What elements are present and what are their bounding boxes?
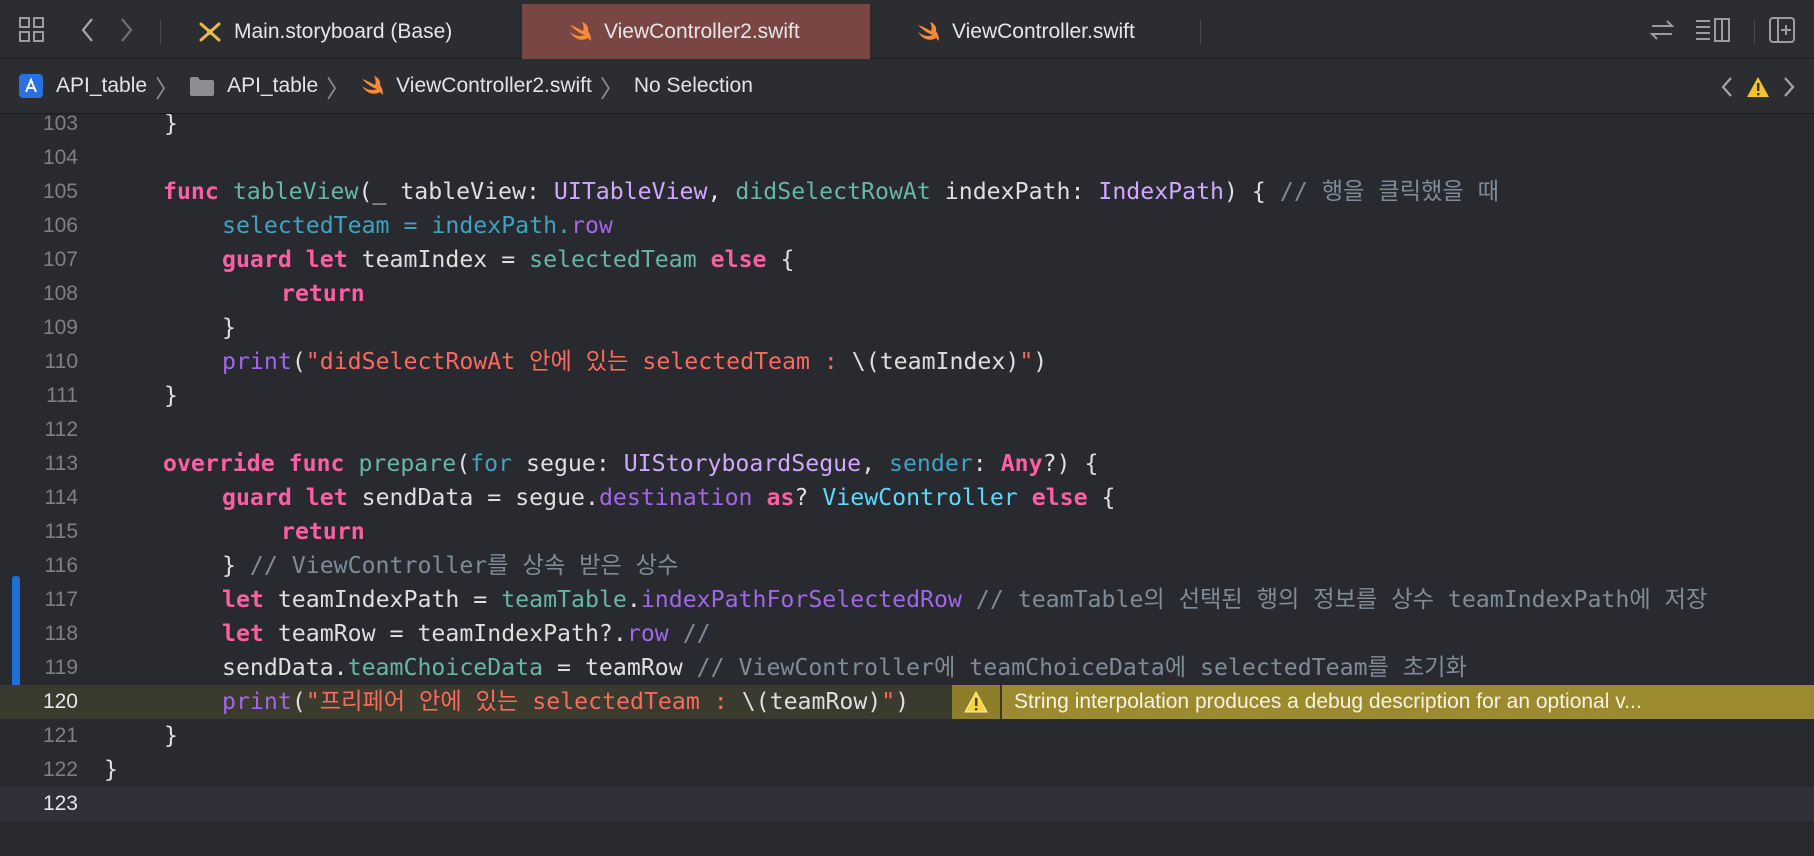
warning-icon[interactable] bbox=[1746, 76, 1770, 98]
source-editor[interactable]: 103 } 104 105 func tableView(_ tableView… bbox=[0, 114, 1814, 856]
swift-file-icon bbox=[916, 21, 940, 43]
breadcrumb-project[interactable]: API_table bbox=[18, 73, 147, 99]
forward-chevron-icon[interactable] bbox=[118, 16, 134, 48]
editor-options-icon[interactable] bbox=[1694, 16, 1732, 48]
breadcrumb-folder[interactable]: API_table bbox=[189, 74, 318, 98]
folder-icon bbox=[189, 75, 215, 97]
tab-bar: Main.storyboard (Base) ViewController2.s… bbox=[0, 0, 1814, 59]
swift-file-icon bbox=[568, 21, 592, 43]
code-line: 112 bbox=[44, 418, 78, 441]
code-line: 109 } bbox=[42, 314, 236, 341]
code-line: 118 let teamRow = teamIndexPath?.row // bbox=[44, 620, 711, 647]
code-line: 115 return bbox=[44, 518, 365, 545]
warning-icon[interactable] bbox=[952, 685, 1002, 719]
code-line: 106 selectedTeam = indexPath.row bbox=[42, 212, 613, 239]
code-line: 121 } bbox=[42, 722, 178, 749]
tab-label: ViewController.swift bbox=[952, 19, 1135, 43]
breadcrumb-selection[interactable]: No Selection bbox=[634, 74, 753, 98]
code-line: 111 } bbox=[46, 382, 178, 409]
breadcrumb-chevron-icon: 〉 bbox=[155, 75, 180, 103]
warning-message: String interpolation produces a debug de… bbox=[1014, 690, 1642, 713]
code-line: 119 sendData.teamChoiceData = teamRow //… bbox=[44, 654, 1467, 681]
breadcrumb-chevron-icon: 〉 bbox=[326, 75, 351, 103]
previous-issue-chevron-icon[interactable] bbox=[1720, 74, 1734, 100]
swap-arrows-icon[interactable] bbox=[1648, 16, 1676, 48]
tab-separator bbox=[1200, 20, 1201, 44]
breadcrumb-chevron-icon: 〉 bbox=[599, 75, 624, 103]
tab-viewcontroller[interactable]: ViewController.swift bbox=[870, 4, 1200, 59]
tab-separator bbox=[160, 20, 161, 44]
related-items-icon[interactable] bbox=[18, 16, 46, 48]
storyboard-icon bbox=[198, 20, 222, 44]
code-line: 114 guard let sendData = segue.destinati… bbox=[44, 484, 1116, 511]
breadcrumb-file[interactable]: ViewController2.swift bbox=[360, 74, 592, 98]
add-editor-icon[interactable] bbox=[1768, 16, 1796, 48]
tab-viewcontroller2[interactable]: ViewController2.swift bbox=[522, 4, 870, 59]
tab-separator bbox=[1754, 20, 1755, 44]
issue-navigator bbox=[1720, 59, 1814, 114]
code-line: 116 } // ViewController를 상속 받은 상수 bbox=[44, 552, 679, 579]
tab-label: Main.storyboard (Base) bbox=[234, 19, 453, 43]
code-line: 108 return bbox=[42, 280, 365, 307]
tab-label: ViewController2.swift bbox=[604, 19, 800, 43]
code-line: 110 print("didSelectRowAt 안에 있는 selected… bbox=[44, 348, 1048, 375]
jump-bar: API_table 〉 API_table 〉 ViewController2.… bbox=[0, 59, 1814, 114]
xcode-project-icon bbox=[18, 73, 44, 99]
next-issue-chevron-icon[interactable] bbox=[1782, 74, 1796, 100]
code-line: 103 } bbox=[42, 114, 178, 137]
code-line-current: 123 bbox=[0, 787, 1814, 821]
code-line-warning: 120 print("프리페어 안에 있는 selectedTeam : \(t… bbox=[0, 685, 1814, 719]
code-line: 122 } bbox=[42, 756, 118, 783]
code-line: 113 override func prepare(for segue: UIS… bbox=[44, 450, 1099, 477]
code-line: 104 bbox=[42, 146, 78, 169]
swift-file-icon bbox=[360, 75, 384, 97]
warning-banner[interactable]: String interpolation produces a debug de… bbox=[952, 685, 1814, 719]
tab-main-storyboard[interactable]: Main.storyboard (Base) bbox=[198, 4, 518, 59]
code-line: 105 func tableView(_ tableView: UITableV… bbox=[42, 178, 1499, 205]
code-line: 107 guard let teamIndex = selectedTeam e… bbox=[42, 246, 795, 273]
back-chevron-icon[interactable] bbox=[80, 16, 96, 48]
code-line: 117 let teamIndexPath = teamTable.indexP… bbox=[44, 586, 1708, 613]
